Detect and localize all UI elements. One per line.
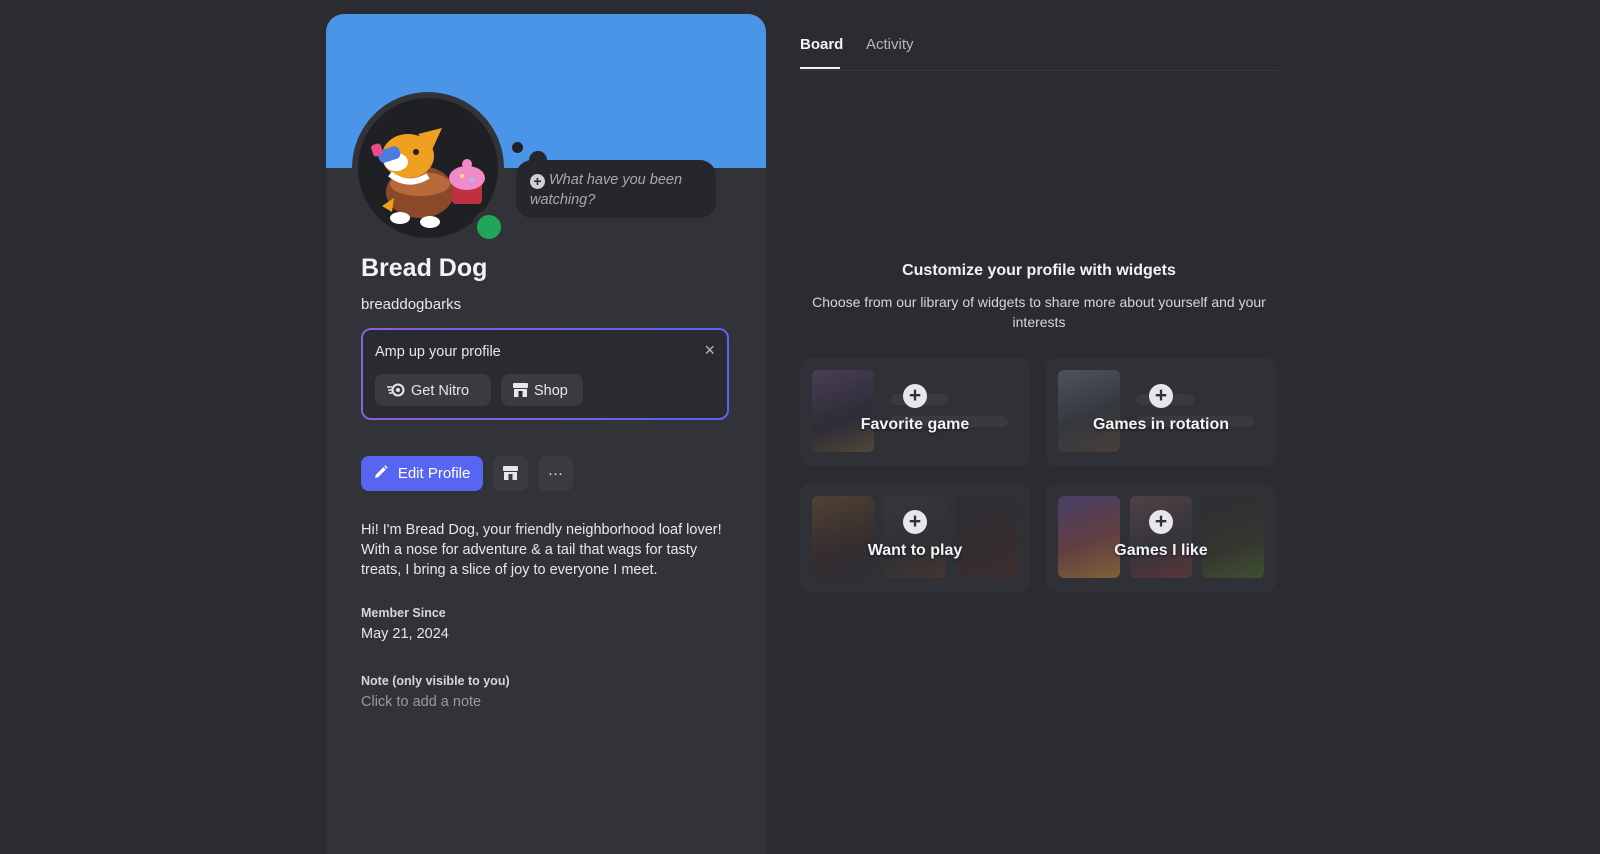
add-widget-icon: +	[1149, 384, 1173, 408]
widgets-description: Choose from our library of widgets to sh…	[812, 294, 1266, 330]
game-thumbnail	[1058, 496, 1120, 578]
tab-activity[interactable]: Activity	[866, 36, 914, 53]
shop-icon	[503, 466, 518, 480]
add-widget-icon: +	[903, 510, 927, 534]
game-thumbnail	[1202, 496, 1264, 578]
close-icon[interactable]: ×	[704, 340, 715, 361]
amp-up-profile-content: Amp up your profile × Get Nitro Shop	[363, 330, 727, 418]
plus-circle-icon: +	[530, 174, 545, 189]
widget-label: Games in rotation	[1092, 416, 1230, 433]
widget-label: Games I like	[1114, 542, 1208, 559]
display-name: Bread Dog	[361, 254, 488, 282]
widget-label: Favorite game	[860, 416, 970, 433]
game-thumbnail	[1130, 496, 1192, 578]
profile-tabs: Board Activity	[800, 30, 1278, 71]
status-placeholder: What have you been watching?	[530, 172, 683, 208]
widget-games-in-rotation[interactable]: + Games in rotation	[1046, 358, 1276, 466]
member-since-value: May 21, 2024	[361, 626, 449, 642]
widget-want-to-play[interactable]: + Want to play	[800, 484, 1030, 592]
profile-card: + What have you been watching? Bread Dog …	[326, 14, 766, 854]
member-since-label: Member Since	[361, 606, 446, 620]
widget-label: Want to play	[867, 542, 963, 559]
game-thumbnail	[812, 496, 874, 578]
avatar-wrapper[interactable]	[352, 92, 506, 244]
note-input[interactable]: Click to add a note	[361, 694, 481, 710]
widgets-heading: Customize your profile with widgets	[902, 262, 1176, 279]
nitro-icon	[387, 374, 405, 406]
note-label: Note (only visible to you)	[361, 674, 510, 688]
widget-games-i-like[interactable]: + Games I like	[1046, 484, 1276, 592]
shop-icon-button[interactable]	[493, 456, 528, 491]
active-tab-indicator	[800, 67, 840, 69]
bio-text: Hi! I'm Bread Dog, your friendly neighbo…	[361, 522, 722, 578]
pencil-icon	[374, 465, 392, 482]
amp-up-profile-banner: Amp up your profile × Get Nitro Shop	[361, 328, 729, 420]
shop-label: Shop	[534, 383, 568, 399]
edit-profile-label: Edit Profile	[397, 465, 471, 482]
ellipsis-icon: ···	[548, 465, 563, 482]
shop-icon	[513, 374, 528, 406]
more-options-button[interactable]: ···	[538, 456, 573, 491]
add-widget-icon: +	[1149, 510, 1173, 534]
thought-bubble-dot	[512, 142, 523, 153]
widget-favorite-game[interactable]: + Favorite game	[800, 358, 1030, 466]
game-thumbnail	[812, 370, 874, 452]
get-nitro-button[interactable]: Get Nitro	[375, 374, 491, 406]
edit-profile-button[interactable]: Edit Profile	[361, 456, 483, 491]
game-thumbnail	[884, 496, 946, 578]
amp-up-title: Amp up your profile	[375, 344, 501, 360]
online-status-indicator	[472, 210, 506, 244]
game-thumbnail	[1058, 370, 1120, 452]
custom-status-bubble[interactable]: + What have you been watching?	[516, 160, 716, 218]
get-nitro-label: Get Nitro	[411, 383, 470, 399]
username[interactable]: breaddogbarks	[361, 296, 461, 313]
shop-button[interactable]: Shop	[501, 374, 583, 406]
game-thumbnail	[956, 496, 1018, 578]
tab-board[interactable]: Board	[800, 36, 843, 53]
add-widget-icon: +	[903, 384, 927, 408]
